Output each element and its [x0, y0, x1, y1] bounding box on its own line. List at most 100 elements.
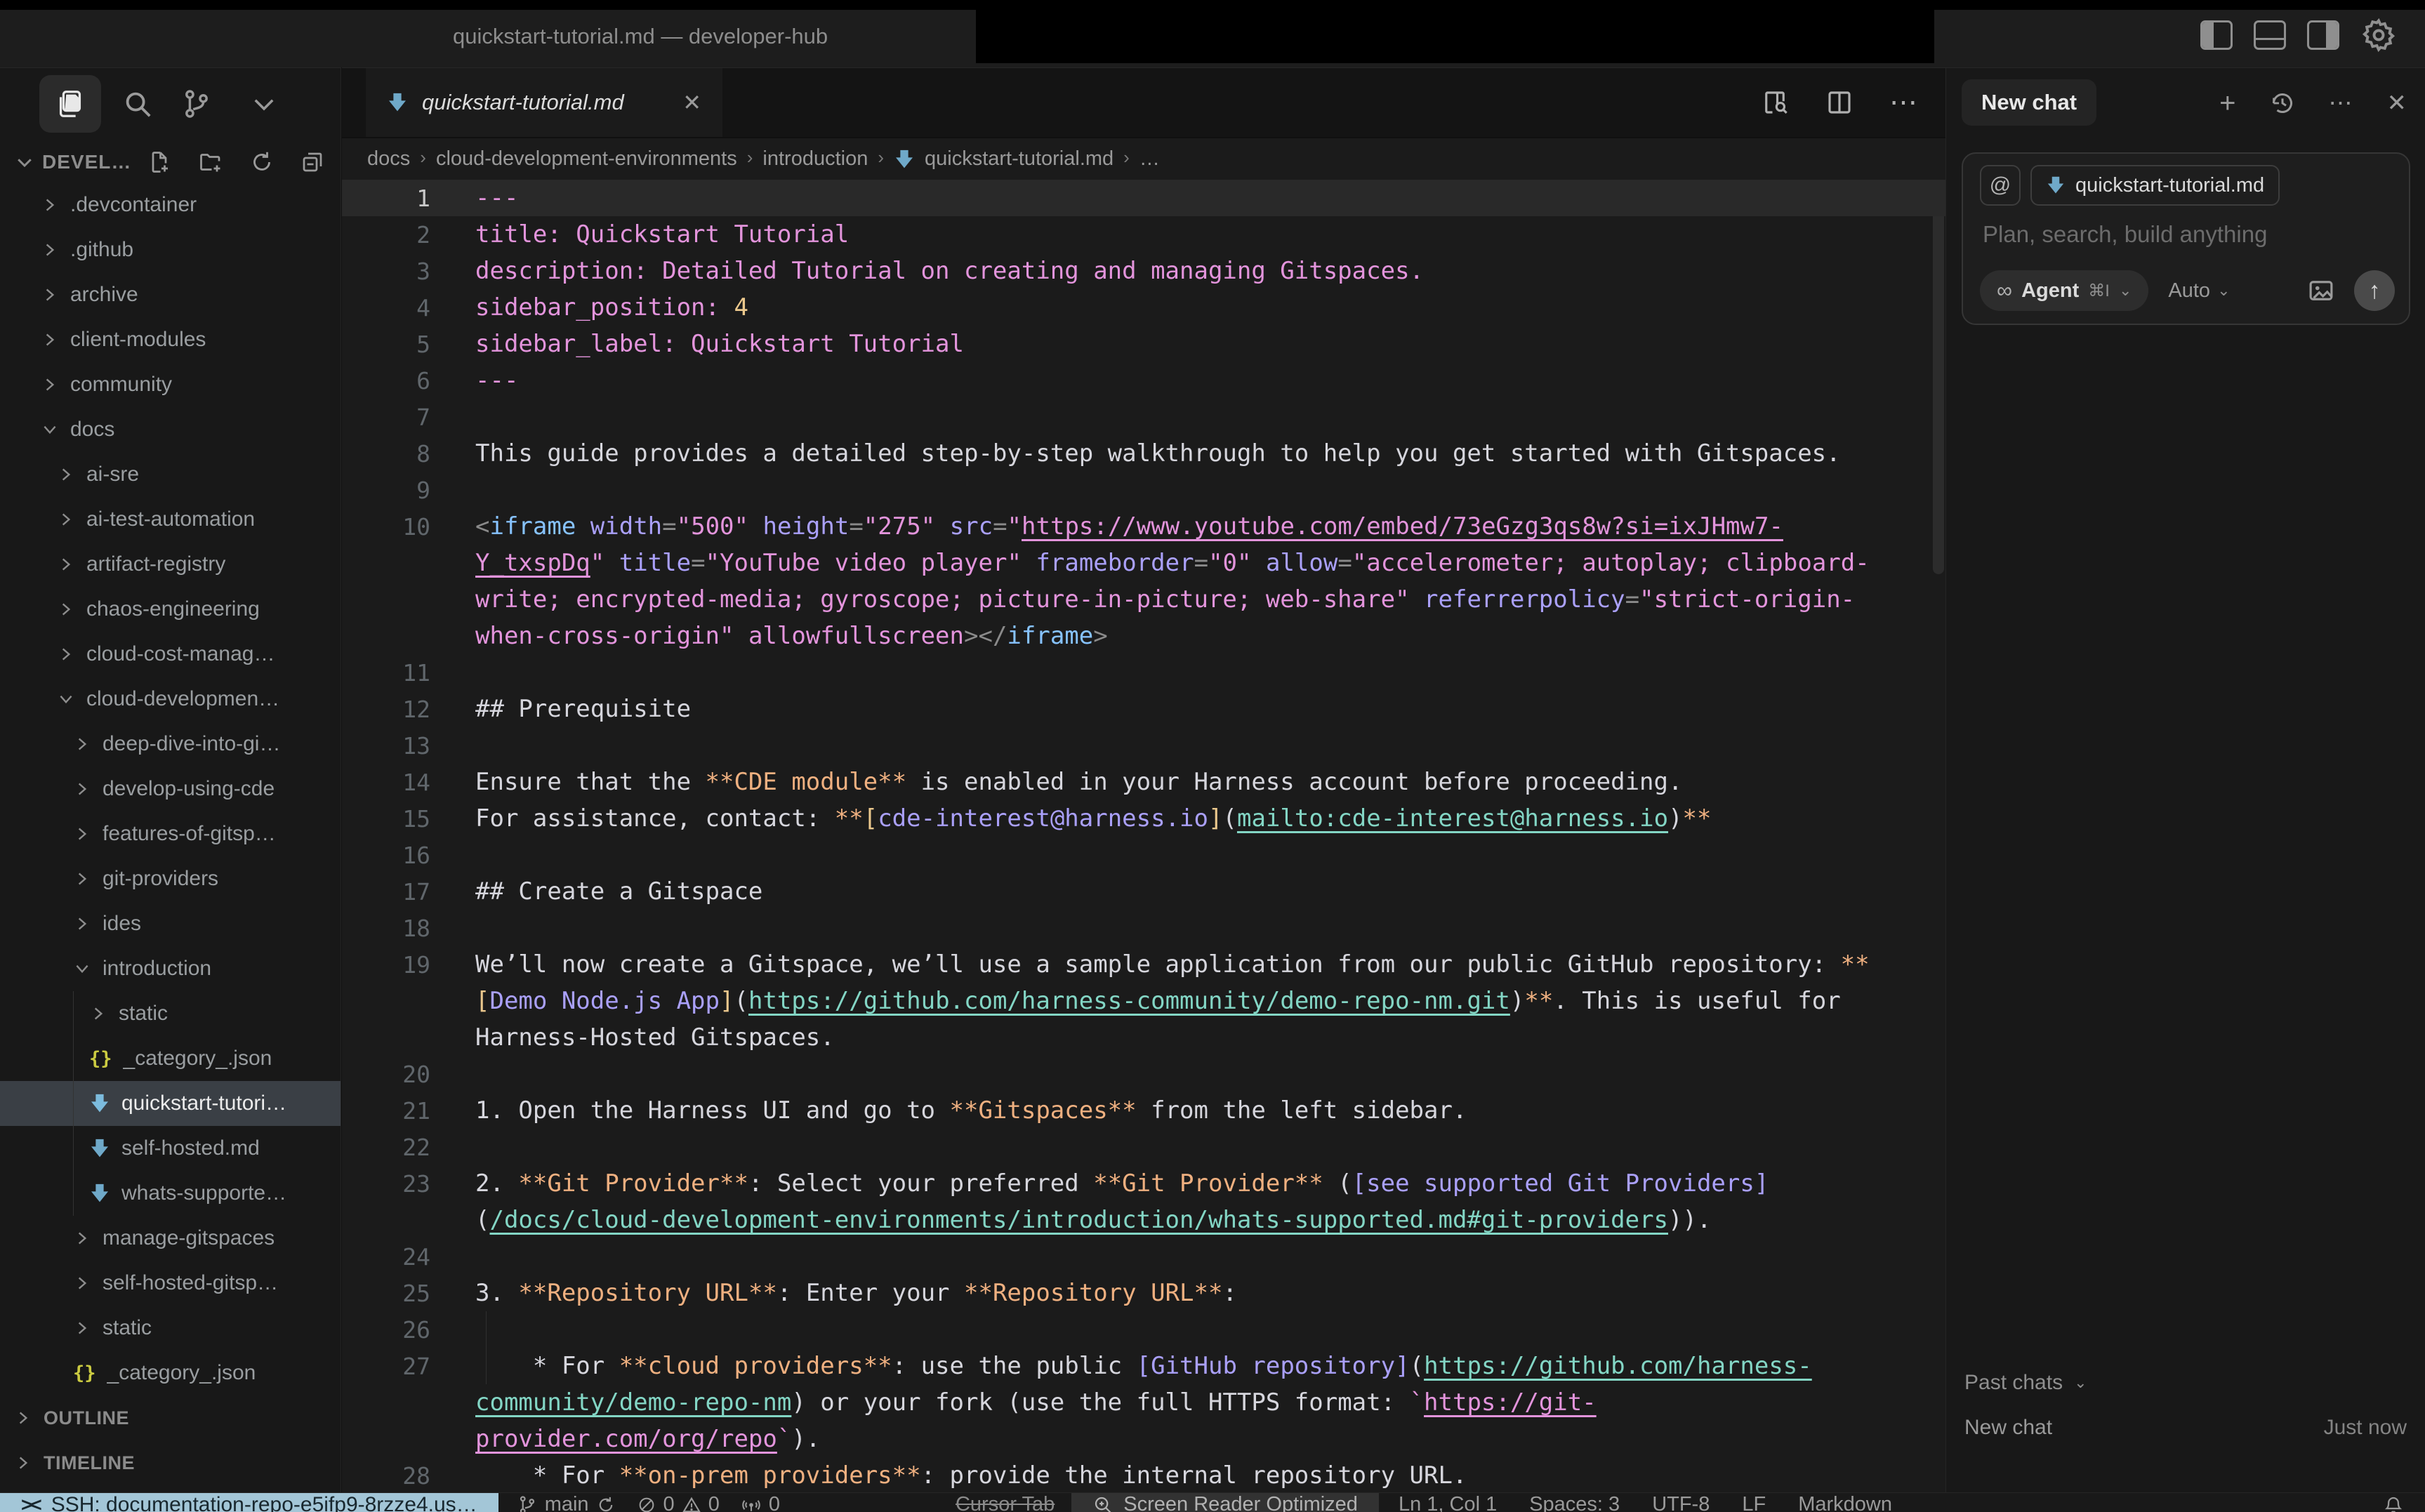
tree-item--category-json[interactable]: {}_category_.json — [0, 1351, 341, 1395]
chat-close-icon[interactable]: ✕ — [2387, 89, 2407, 117]
new-file-icon[interactable] — [147, 150, 172, 175]
breadcrumb-item[interactable]: introduction — [762, 147, 868, 171]
breadcrumb-item[interactable]: quickstart-tutorial.md — [925, 147, 1114, 171]
chat-input-box[interactable]: @ quickstart-tutorial.md Plan, search, b… — [1962, 152, 2410, 325]
chat-history-icon[interactable] — [2268, 89, 2297, 117]
toggle-right-sidebar-icon[interactable] — [2307, 20, 2339, 50]
notifications-bell-icon[interactable] — [2383, 1494, 2404, 1512]
tree-item-label: ai-sre — [86, 463, 139, 486]
toggle-left-sidebar-icon[interactable] — [2200, 20, 2233, 50]
code-line-22: 22 — [342, 1129, 1945, 1165]
tree-item--category-json[interactable]: {}_category_.json — [0, 1036, 341, 1081]
source-control-icon[interactable] — [166, 75, 227, 133]
tree-item-deep-dive-into-gi-[interactable]: deep-dive-into-gi… — [0, 722, 341, 767]
tree-item-docs[interactable]: docs — [0, 407, 341, 452]
encoding-status[interactable]: UTF-8 — [1652, 1493, 1710, 1512]
chat-more-icon[interactable]: ⋯ — [2329, 89, 2355, 117]
remote-indicator[interactable]: >< SSH: documentation-repo-e5ifp9-8rzze4… — [0, 1493, 498, 1512]
cursor-position[interactable]: Ln 1, Col 1 — [1399, 1493, 1497, 1512]
tree-item-artifact-registry[interactable]: artifact-registry — [0, 542, 341, 587]
code-line-3: 3description: Detailed Tutorial on creat… — [342, 253, 1945, 289]
tree-item-ides[interactable]: ides — [0, 901, 341, 946]
line-number: 13 — [342, 732, 430, 760]
model-selector[interactable]: Auto ⌄ — [2168, 279, 2230, 303]
tree-item--github[interactable]: .github — [0, 227, 341, 272]
past-chats-toggle[interactable]: Past chats ⌄ — [1946, 1360, 2425, 1405]
breadcrumb-item[interactable]: cloud-development-environments — [436, 147, 737, 171]
chevron-right-icon — [41, 241, 59, 259]
tree-item-whats-supporte-[interactable]: whats-supporte… — [0, 1171, 341, 1216]
tree-item-quickstart-tutori-[interactable]: quickstart-tutori… — [0, 1081, 341, 1126]
code-line-4: 4sidebar_position: 4 — [342, 289, 1945, 326]
tree-item-client-modules[interactable]: client-modules — [0, 317, 341, 362]
split-editor-icon[interactable] — [1825, 88, 1854, 117]
indentation-status[interactable]: Spaces: 3 — [1529, 1493, 1620, 1512]
editor-more-actions-icon[interactable]: ⋯ — [1889, 86, 1920, 119]
tab-close-icon[interactable]: ✕ — [682, 89, 701, 116]
add-context-button[interactable]: @ — [1980, 165, 2021, 206]
tree-item-static[interactable]: static — [0, 991, 341, 1036]
markdown-file-icon — [89, 1093, 110, 1114]
sidebar-panel-outline[interactable]: OUTLINE — [0, 1395, 341, 1440]
cursor-tab-status[interactable]: Cursor Tab — [956, 1493, 1055, 1512]
ports-status[interactable]: 0 — [741, 1493, 780, 1512]
line-number: 5 — [342, 331, 430, 358]
line-number: 7 — [342, 404, 430, 431]
sidebar-panel-timeline[interactable]: TIMELINE — [0, 1440, 341, 1485]
line-number: 23 — [342, 1170, 430, 1198]
tree-item-git-providers[interactable]: git-providers — [0, 856, 341, 901]
breadcrumb-item[interactable]: docs — [367, 147, 410, 171]
tree-item-ai-test-automation[interactable]: ai-test-automation — [0, 497, 341, 542]
code-line-9: 9 — [342, 472, 1945, 508]
open-preview-icon[interactable] — [1760, 88, 1790, 117]
collapse-all-icon[interactable] — [300, 150, 325, 175]
tree-item-cloud-cost-manag-[interactable]: cloud-cost-manag… — [0, 632, 341, 677]
new-folder-icon[interactable] — [197, 150, 224, 175]
tree-item-archive[interactable]: archive — [0, 272, 341, 317]
tree-item-community[interactable]: community — [0, 362, 341, 407]
tree-item-self-hosted-gitsp-[interactable]: self-hosted-gitsp… — [0, 1261, 341, 1306]
tree-item-develop-using-cde[interactable]: develop-using-cde — [0, 767, 341, 811]
tree-item-chaos-engineering[interactable]: chaos-engineering — [0, 587, 341, 632]
breadcrumb-item[interactable]: … — [1139, 147, 1160, 171]
chevron-right-icon — [73, 780, 91, 798]
tree-item--devcontainer[interactable]: .devcontainer — [0, 183, 341, 227]
chat-history-item[interactable]: New chatJust now — [1946, 1405, 2425, 1450]
send-button[interactable]: ↑ — [2354, 270, 2395, 311]
mode-selector[interactable]: ∞ Agent ⌘I ⌄ — [1980, 270, 2148, 311]
tree-item-label: cloud-developmen… — [86, 687, 279, 711]
toggle-bottom-panel-icon[interactable] — [2254, 20, 2286, 50]
line-number: 19 — [342, 951, 430, 979]
git-branch-status[interactable]: main — [517, 1493, 616, 1512]
attach-image-icon[interactable] — [2306, 276, 2336, 305]
code-line-20: 20 — [342, 1056, 1945, 1092]
language-mode[interactable]: Markdown — [1798, 1493, 1892, 1512]
explorer-section-header[interactable]: DEVEL… — [0, 141, 341, 183]
context-file-chip[interactable]: quickstart-tutorial.md — [2030, 165, 2280, 206]
tree-item-features-of-gitsp-[interactable]: features-of-gitsp… — [0, 811, 341, 856]
tree-item-ai-sre[interactable]: ai-sre — [0, 452, 341, 497]
tree-item-manage-gitspaces[interactable]: manage-gitspaces — [0, 1216, 341, 1261]
tree-item-static[interactable]: static — [0, 1306, 341, 1351]
more-views-chevron-icon[interactable] — [233, 75, 295, 133]
tree-item-cloud-developmen-[interactable]: cloud-developmen… — [0, 677, 341, 722]
new-chat-plus-icon[interactable]: + — [2219, 88, 2235, 119]
code-line-1: 1--- — [342, 180, 1945, 216]
eol-status[interactable]: LF — [1742, 1493, 1766, 1512]
editor-code-area[interactable]: 1---2title: Quickstart Tutorial3descript… — [342, 180, 1945, 1492]
tree-item-introduction[interactable]: introduction — [0, 946, 341, 991]
tree-item-label: _category_.json — [107, 1361, 256, 1385]
chevron-right-icon — [57, 465, 75, 484]
tree-item-self-hosted-md[interactable]: self-hosted.md — [0, 1126, 341, 1171]
tab-quickstart-tutorial[interactable]: quickstart-tutorial.md ✕ — [366, 68, 722, 137]
explorer-icon[interactable] — [39, 75, 101, 133]
screen-reader-status[interactable]: Screen Reader Optimized — [1071, 1493, 1379, 1512]
code-line-25: 253. **Repository URL**: Enter your **Re… — [342, 1275, 1945, 1311]
search-icon[interactable] — [107, 75, 169, 133]
code-line-wrap: write; encrypted-media; gyroscope; pictu… — [342, 581, 1945, 618]
problems-status[interactable]: 0 0 — [637, 1493, 720, 1512]
refresh-icon[interactable] — [249, 150, 275, 175]
settings-gear-icon[interactable] — [2360, 17, 2397, 53]
chat-input-placeholder[interactable]: Plan, search, build anything — [1983, 221, 2267, 248]
chat-tab-new-chat[interactable]: New chat — [1962, 79, 2096, 126]
